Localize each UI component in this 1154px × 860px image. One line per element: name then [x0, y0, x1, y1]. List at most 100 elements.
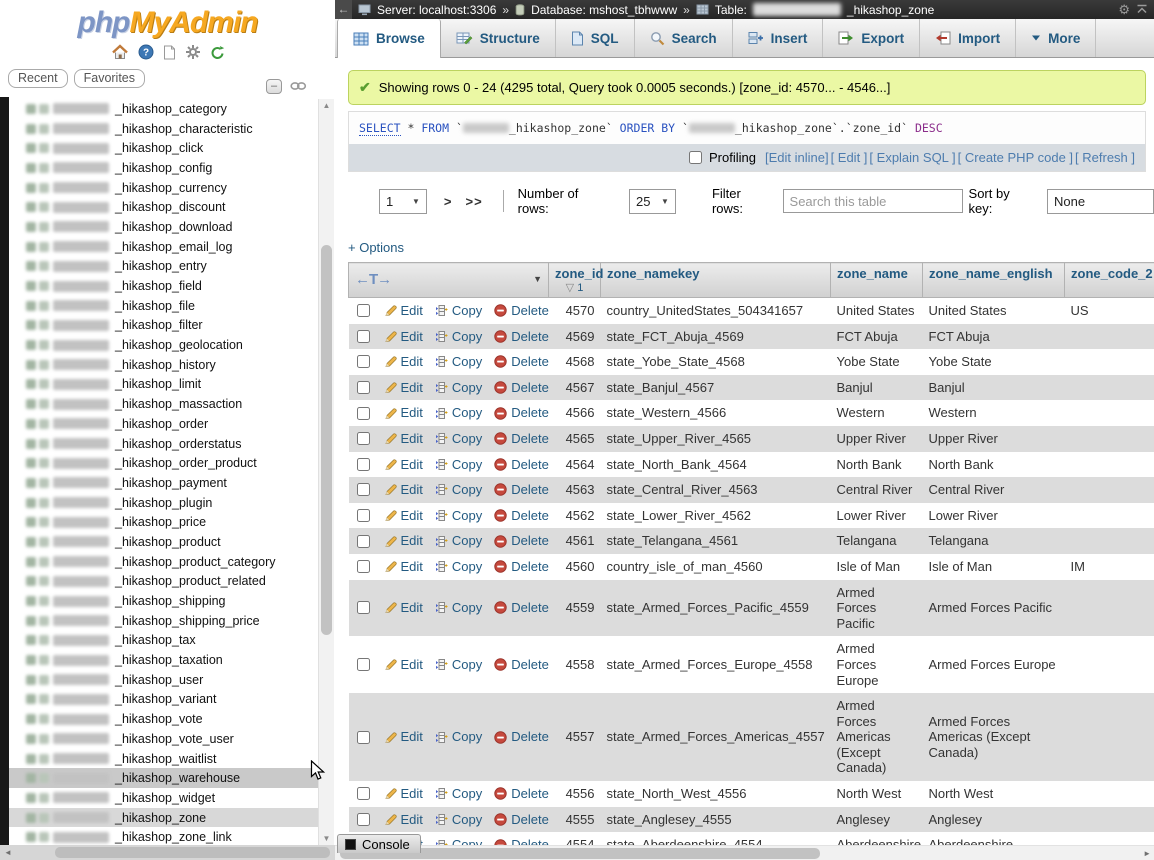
expand-icon[interactable]: [26, 694, 36, 704]
copy-icon[interactable]: [435, 483, 448, 496]
copy-link[interactable]: Copy: [452, 837, 482, 845]
sidebar-table-hikashop_characteristic[interactable]: _hikashop_characteristic: [0, 119, 318, 139]
delete-link[interactable]: Delete: [511, 729, 548, 745]
delete-link[interactable]: Delete: [511, 559, 548, 575]
copy-icon[interactable]: [435, 509, 448, 522]
collapse-top-icon[interactable]: [1136, 3, 1148, 17]
sidebar-table-hikashop_entry[interactable]: _hikashop_entry: [0, 257, 318, 277]
sidebar-table-hikashop_price[interactable]: _hikashop_price: [0, 512, 318, 532]
breadcrumb-server[interactable]: Server: localhost:3306: [377, 3, 496, 17]
copy-link[interactable]: Copy: [452, 329, 482, 345]
expand-icon[interactable]: [26, 596, 36, 606]
expand-icon[interactable]: [26, 714, 36, 724]
copy-icon[interactable]: [435, 407, 448, 420]
delete-link[interactable]: Delete: [511, 380, 548, 396]
phpmyadmin-logo[interactable]: phpMyAdmin: [0, 0, 335, 40]
copy-link[interactable]: Copy: [452, 303, 482, 319]
copy-icon[interactable]: [435, 813, 448, 826]
console-tab[interactable]: Console: [337, 834, 421, 853]
row-checkbox[interactable]: [357, 304, 370, 317]
delete-icon[interactable]: [494, 658, 507, 671]
delete-icon[interactable]: [494, 407, 507, 420]
edit-link[interactable]: Edit: [401, 729, 423, 745]
edit-icon[interactable]: [384, 601, 397, 614]
edit-icon[interactable]: [384, 509, 397, 522]
edit-link[interactable]: Edit: [401, 786, 423, 802]
copy-link[interactable]: Copy: [452, 405, 482, 421]
edit-icon[interactable]: [384, 560, 397, 573]
row-checkbox[interactable]: [357, 483, 370, 496]
sidebar-table-hikashop_click[interactable]: _hikashop_click: [0, 138, 318, 158]
column-header-zone_name[interactable]: zone_name: [831, 263, 923, 298]
sidebar-table-hikashop_order[interactable]: _hikashop_order: [0, 414, 318, 434]
copy-link[interactable]: Copy: [452, 354, 482, 370]
copy-icon[interactable]: [435, 330, 448, 343]
delete-link[interactable]: Delete: [511, 600, 548, 616]
sidebar-table-hikashop_payment[interactable]: _hikashop_payment: [0, 473, 318, 493]
profiling-link-explain-sql[interactable]: [ Explain SQL ]: [869, 150, 955, 165]
column-header-zone_id[interactable]: zone_id▽ 1: [549, 263, 601, 298]
copy-link[interactable]: Copy: [452, 786, 482, 802]
sidebar-table-hikashop_history[interactable]: _hikashop_history: [0, 355, 318, 375]
expand-icon[interactable]: [26, 104, 36, 114]
row-checkbox[interactable]: [357, 535, 370, 548]
copy-link[interactable]: Copy: [452, 380, 482, 396]
column-header-label[interactable]: zone_code_2: [1071, 266, 1154, 281]
sidebar-table-hikashop_variant[interactable]: _hikashop_variant: [0, 690, 318, 710]
delete-icon[interactable]: [494, 731, 507, 744]
recent-button[interactable]: Recent: [8, 69, 68, 88]
scroll-down-icon[interactable]: ▼: [319, 834, 334, 843]
sidebar-table-hikashop_order_product[interactable]: _hikashop_order_product: [0, 453, 318, 473]
tab-import[interactable]: Import: [920, 19, 1016, 57]
expand-icon[interactable]: [26, 675, 36, 685]
tab-browse[interactable]: Browse: [337, 19, 441, 58]
expand-icon[interactable]: [26, 734, 36, 744]
sidebar-table-hikashop_widget[interactable]: _hikashop_widget: [0, 788, 318, 808]
row-checkbox[interactable]: [357, 407, 370, 420]
row-checkbox[interactable]: [357, 355, 370, 368]
edit-icon[interactable]: [384, 658, 397, 671]
delete-link[interactable]: Delete: [511, 457, 548, 473]
edit-icon[interactable]: [384, 483, 397, 496]
refresh-icon[interactable]: [210, 45, 225, 60]
sidebar-table-hikashop_limit[interactable]: _hikashop_limit: [0, 375, 318, 395]
sidebar-table-hikashop_shipping[interactable]: _hikashop_shipping: [0, 591, 318, 611]
delete-link[interactable]: Delete: [511, 482, 548, 498]
delete-icon[interactable]: [494, 535, 507, 548]
expand-icon[interactable]: [26, 379, 36, 389]
edit-link[interactable]: Edit: [401, 405, 423, 421]
expand-icon[interactable]: [26, 754, 36, 764]
delete-icon[interactable]: [494, 560, 507, 573]
edit-icon[interactable]: [384, 535, 397, 548]
delete-icon[interactable]: [494, 483, 507, 496]
breadcrumb-table-name[interactable]: _hikashop_zone: [847, 3, 934, 17]
sidebar-table-hikashop_waitlist[interactable]: _hikashop_waitlist: [0, 749, 318, 769]
sidebar-horizontal-scrollbar[interactable]: ◄: [0, 845, 335, 860]
scroll-up-icon[interactable]: ▲: [319, 101, 334, 110]
expand-icon[interactable]: [26, 143, 36, 153]
copy-icon[interactable]: [435, 658, 448, 671]
column-header-label[interactable]: zone_name: [837, 266, 916, 281]
options-toggle[interactable]: + Options: [348, 240, 1154, 255]
main-horizontal-scrollbar[interactable]: ►: [335, 845, 1154, 860]
delete-icon[interactable]: [494, 509, 507, 522]
tab-insert[interactable]: Insert: [733, 19, 824, 57]
sidebar-table-hikashop_download[interactable]: _hikashop_download: [0, 217, 318, 237]
column-header-label[interactable]: zone_id: [555, 266, 594, 281]
tab-more[interactable]: More: [1016, 19, 1096, 57]
show-all-columns-control[interactable]: ←T→: [355, 271, 391, 288]
home-icon[interactable]: [111, 44, 129, 60]
expand-icon[interactable]: [26, 340, 36, 350]
row-checkbox[interactable]: [357, 330, 370, 343]
row-checkbox[interactable]: [357, 432, 370, 445]
copy-link[interactable]: Copy: [452, 431, 482, 447]
copy-icon[interactable]: [435, 535, 448, 548]
expand-icon[interactable]: [26, 242, 36, 252]
copy-link[interactable]: Copy: [452, 559, 482, 575]
edit-icon[interactable]: [384, 813, 397, 826]
column-header-label[interactable]: zone_namekey: [607, 266, 824, 281]
profiling-link-edit-inline[interactable]: [Edit inline]: [765, 150, 829, 165]
delete-icon[interactable]: [494, 355, 507, 368]
copy-link[interactable]: Copy: [452, 812, 482, 828]
delete-icon[interactable]: [494, 458, 507, 471]
